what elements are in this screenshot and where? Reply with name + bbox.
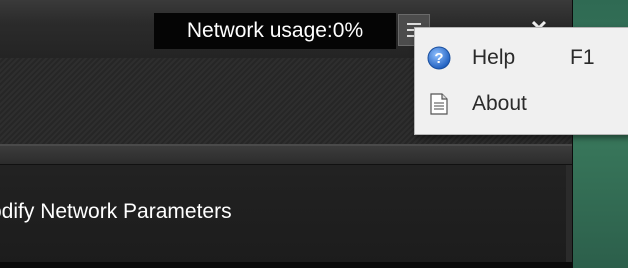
panel-header [0,146,572,165]
panel-title: odify Network Parameters [0,200,232,223]
panel-bottom-edge [0,262,572,268]
about-label: About [472,92,527,115]
main-menu-dropdown: ? Help F1 About [414,27,628,135]
help-shortcut: F1 [570,46,595,69]
document-icon [430,93,448,115]
menu-item-about[interactable]: About [415,85,628,123]
menu-item-help[interactable]: ? Help F1 [415,39,628,77]
network-usage-label: Network usage:0% [154,13,396,49]
svg-text:?: ? [434,50,443,67]
help-label: Help [472,46,516,69]
help-icon: ? [427,46,451,70]
